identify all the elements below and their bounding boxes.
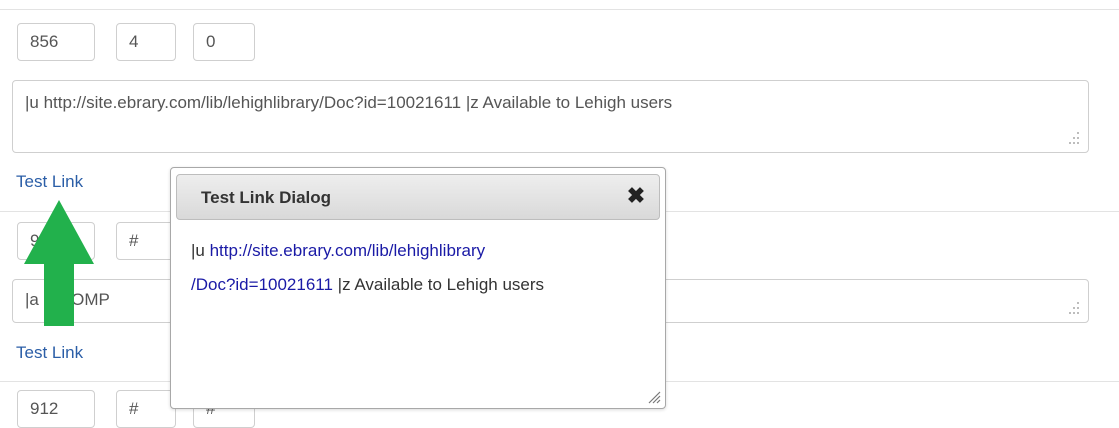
test-link[interactable]: Test Link xyxy=(16,172,83,192)
resize-handle-icon[interactable] xyxy=(647,390,661,404)
up-arrow-icon xyxy=(24,200,94,326)
resize-grip-icon[interactable] xyxy=(1068,302,1080,314)
dialog-titlebar[interactable]: Test Link Dialog ✖ xyxy=(176,174,660,220)
indicator1-input[interactable]: # xyxy=(116,222,176,260)
subfield-textarea[interactable]: |u http://site.ebrary.com/lib/lehighlibr… xyxy=(12,80,1089,153)
dialog-content: |u http://site.ebrary.com/lib/lehighlibr… xyxy=(191,234,611,302)
subfield-text: |u http://site.ebrary.com/lib/lehighlibr… xyxy=(25,93,673,112)
test-link-dialog: Test Link Dialog ✖ |u http://site.ebrary… xyxy=(170,167,666,409)
tag-input[interactable]: 856 xyxy=(17,23,95,61)
row-divider xyxy=(0,9,1119,10)
indicator1-input[interactable]: 4 xyxy=(116,23,176,61)
dialog-url-line2: /Doc?id=10021611 xyxy=(191,275,333,294)
indicator1-input[interactable]: # xyxy=(116,390,176,428)
dialog-title: Test Link Dialog xyxy=(201,188,332,207)
dialog-suffix: |z Available to Lehigh users xyxy=(332,275,545,294)
dialog-prefix: |u xyxy=(191,241,210,260)
tag-input[interactable]: 912 xyxy=(17,390,95,428)
resize-grip-icon[interactable] xyxy=(1068,132,1080,144)
close-icon[interactable]: ✖ xyxy=(625,185,647,207)
dialog-url-line1: http://site.ebrary.com/lib/lehighlibrary xyxy=(209,241,486,260)
test-link[interactable]: Test Link xyxy=(16,343,83,363)
indicator2-input[interactable]: 0 xyxy=(193,23,255,61)
